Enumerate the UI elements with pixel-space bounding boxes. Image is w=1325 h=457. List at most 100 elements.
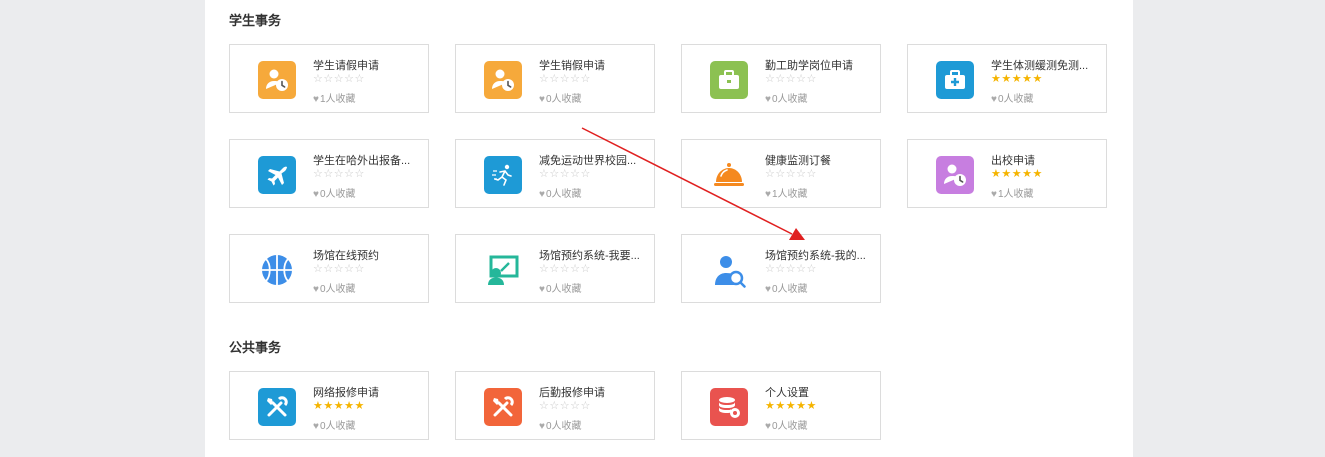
- star-empty-icon: ☆: [796, 73, 807, 85]
- star-rating: ☆☆☆☆☆: [313, 168, 365, 180]
- star-filled-icon: ★: [1001, 168, 1012, 180]
- star-empty-icon: ☆: [313, 263, 324, 275]
- favorite-count: ♥0人收藏: [765, 280, 808, 295]
- heart-icon: ♥: [765, 284, 771, 295]
- star-empty-icon: ☆: [539, 168, 550, 180]
- star-empty-icon: ☆: [570, 400, 581, 412]
- app-card[interactable]: 减免运动世界校园... ☆☆☆☆☆ ♥0人收藏: [455, 139, 655, 208]
- star-rating: ☆☆☆☆☆: [539, 263, 591, 275]
- star-rating: ★★★★★: [991, 73, 1043, 85]
- star-empty-icon: ☆: [323, 73, 334, 85]
- favorite-count-text: 0人收藏: [771, 421, 808, 432]
- app-card[interactable]: 个人设置 ★★★★★ ♥0人收藏: [681, 371, 881, 440]
- database-settings-icon: [710, 388, 748, 426]
- star-rating: ☆☆☆☆☆: [765, 73, 817, 85]
- app-card-title: 学生体测缓测免测...: [991, 60, 1089, 72]
- heart-icon: ♥: [539, 189, 545, 200]
- app-card[interactable]: 网络报修申请 ★★★★★ ♥0人收藏: [229, 371, 429, 440]
- star-empty-icon: ☆: [313, 73, 324, 85]
- heart-icon: ♥: [991, 189, 997, 200]
- person-clock-icon: [258, 61, 296, 99]
- star-empty-icon: ☆: [796, 263, 807, 275]
- favorite-count-text: 0人收藏: [545, 189, 582, 200]
- app-card[interactable]: 场馆预约系统-我的... ☆☆☆☆☆ ♥0人收藏: [681, 234, 881, 303]
- star-empty-icon: ☆: [785, 168, 797, 180]
- app-card-title: 后勤报修申请: [539, 387, 605, 399]
- favorite-count: ♥1人收藏: [765, 185, 808, 200]
- star-rating: ☆☆☆☆☆: [539, 168, 591, 180]
- section-title-student-affairs: 学生事务: [229, 13, 282, 28]
- star-empty-icon: ☆: [549, 400, 560, 412]
- star-rating: ☆☆☆☆☆: [765, 263, 817, 275]
- star-filled-icon: ★: [1032, 73, 1043, 85]
- star-empty-icon: ☆: [559, 73, 571, 85]
- favorite-count-text: 0人收藏: [771, 94, 808, 105]
- star-empty-icon: ☆: [570, 73, 581, 85]
- app-card[interactable]: 勤工助学岗位申请 ☆☆☆☆☆ ♥0人收藏: [681, 44, 881, 113]
- favorite-count: ♥0人收藏: [313, 280, 356, 295]
- user-search-icon: [710, 251, 748, 289]
- star-empty-icon: ☆: [806, 263, 817, 275]
- basketball-icon: [258, 251, 296, 289]
- star-empty-icon: ☆: [570, 168, 581, 180]
- star-empty-icon: ☆: [333, 263, 345, 275]
- favorite-count: ♥0人收藏: [539, 417, 582, 432]
- app-card[interactable]: 学生体测缓测免测... ★★★★★ ♥0人收藏: [907, 44, 1107, 113]
- favorite-count: ♥1人收藏: [313, 90, 356, 105]
- favorite-count-text: 1人收藏: [997, 189, 1034, 200]
- app-card-title: 个人设置: [765, 387, 809, 399]
- app-card[interactable]: 后勤报修申请 ☆☆☆☆☆ ♥0人收藏: [455, 371, 655, 440]
- app-card[interactable]: 学生请假申请 ☆☆☆☆☆ ♥1人收藏: [229, 44, 429, 113]
- briefcase-icon: [710, 61, 748, 99]
- star-empty-icon: ☆: [806, 168, 817, 180]
- person-clock-icon: [936, 156, 974, 194]
- favorite-count: ♥0人收藏: [313, 417, 356, 432]
- favorite-count-text: 0人收藏: [545, 94, 582, 105]
- star-empty-icon: ☆: [806, 73, 817, 85]
- star-empty-icon: ☆: [354, 168, 365, 180]
- app-card[interactable]: 健康监测订餐 ☆☆☆☆☆ ♥1人收藏: [681, 139, 881, 208]
- star-empty-icon: ☆: [539, 400, 550, 412]
- app-card[interactable]: 场馆在线预约 ☆☆☆☆☆ ♥0人收藏: [229, 234, 429, 303]
- wrench-tools-icon: [484, 388, 522, 426]
- app-card-title: 网络报修申请: [313, 387, 379, 399]
- food-cloche-icon: [710, 156, 748, 194]
- star-empty-icon: ☆: [775, 168, 786, 180]
- star-empty-icon: ☆: [785, 73, 797, 85]
- star-empty-icon: ☆: [549, 168, 560, 180]
- heart-icon: ♥: [539, 421, 545, 432]
- app-card[interactable]: 出校申请 ★★★★★ ♥1人收藏: [907, 139, 1107, 208]
- star-rating: ☆☆☆☆☆: [313, 263, 365, 275]
- app-card-title: 学生请假申请: [313, 60, 379, 72]
- star-filled-icon: ★: [344, 400, 355, 412]
- presentation-icon: [484, 251, 522, 289]
- star-empty-icon: ☆: [539, 263, 550, 275]
- heart-icon: ♥: [539, 94, 545, 105]
- star-empty-icon: ☆: [570, 263, 581, 275]
- app-card[interactable]: 学生销假申请 ☆☆☆☆☆ ♥0人收藏: [455, 44, 655, 113]
- favorite-count: ♥1人收藏: [991, 185, 1034, 200]
- app-card[interactable]: 学生在哈外出报备... ☆☆☆☆☆ ♥0人收藏: [229, 139, 429, 208]
- favorite-count: ♥0人收藏: [991, 90, 1034, 105]
- star-rating: ☆☆☆☆☆: [765, 168, 817, 180]
- star-rating: ☆☆☆☆☆: [539, 400, 591, 412]
- section-title-public-affairs: 公共事务: [229, 340, 282, 355]
- favorite-count: ♥0人收藏: [765, 417, 808, 432]
- heart-icon: ♥: [313, 421, 319, 432]
- favorite-count-text: 0人收藏: [319, 421, 356, 432]
- star-empty-icon: ☆: [765, 73, 776, 85]
- star-empty-icon: ☆: [775, 73, 786, 85]
- star-empty-icon: ☆: [549, 73, 560, 85]
- star-empty-icon: ☆: [539, 73, 550, 85]
- star-empty-icon: ☆: [344, 168, 355, 180]
- star-filled-icon: ★: [991, 168, 1002, 180]
- heart-icon: ♥: [765, 189, 771, 200]
- star-filled-icon: ★: [1022, 168, 1033, 180]
- favorite-count: ♥0人收藏: [539, 185, 582, 200]
- star-filled-icon: ★: [1011, 73, 1023, 85]
- star-filled-icon: ★: [765, 400, 776, 412]
- app-card[interactable]: 场馆预约系统-我要... ☆☆☆☆☆ ♥0人收藏: [455, 234, 655, 303]
- person-clock-icon: [484, 61, 522, 99]
- star-rating: ☆☆☆☆☆: [539, 73, 591, 85]
- star-filled-icon: ★: [313, 400, 324, 412]
